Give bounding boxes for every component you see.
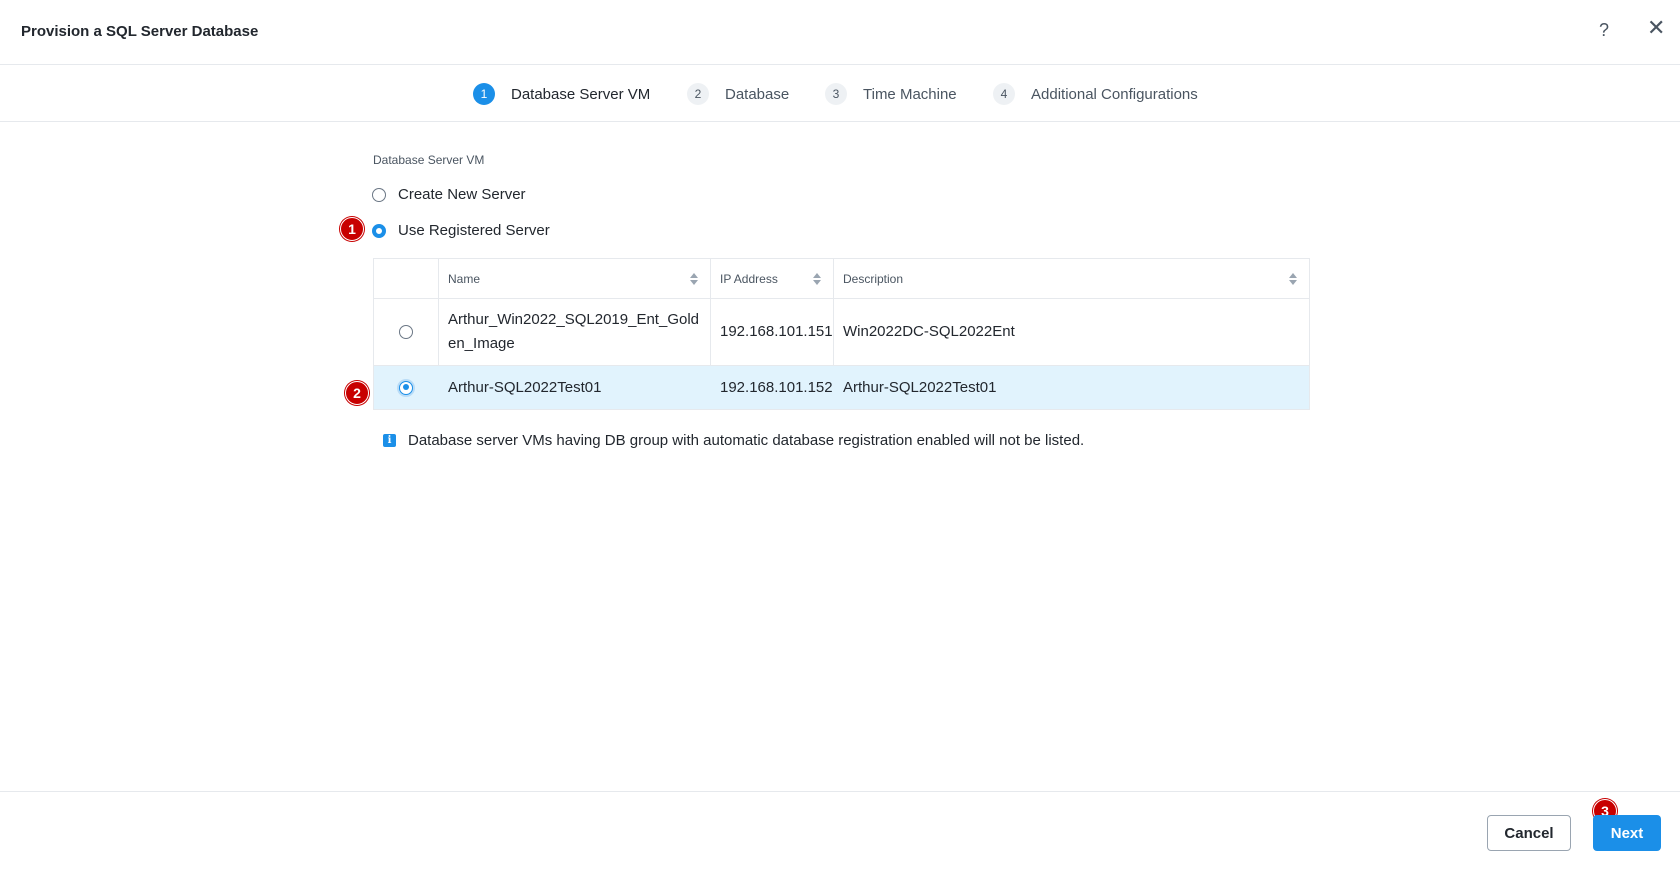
row-select-cell [374, 299, 439, 365]
column-header-label: Description [843, 271, 904, 286]
radio-button[interactable] [372, 187, 386, 202]
row-radio-button[interactable] [399, 380, 413, 395]
next-button[interactable]: Next [1593, 815, 1661, 851]
info-message: i Database server VMs having DB group wi… [383, 432, 1084, 449]
table-row-selected[interactable]: Arthur-SQL2022Test01 192.168.101.152 Art… [374, 366, 1309, 409]
sort-icon[interactable] [1289, 271, 1299, 287]
dialog-footer: Cancel Next [0, 791, 1680, 872]
annotation-badge-1: 1 [340, 217, 364, 241]
step-number: 4 [993, 83, 1015, 105]
ip-address-cell: 192.168.101.152 [711, 366, 834, 409]
registered-servers-table: Name IP Address Description Arthur_Win20… [373, 258, 1310, 410]
info-text: Database server VMs having DB group with… [408, 432, 1085, 449]
info-icon: i [383, 434, 396, 447]
section-label: Database Server VM [373, 153, 485, 167]
column-header-name[interactable]: Name [439, 259, 711, 298]
step-label: Time Machine [863, 85, 957, 103]
row-select-cell [374, 366, 439, 409]
step-label: Additional Configurations [1031, 85, 1198, 103]
radio-label: Create New Server [398, 186, 526, 203]
create-new-server-option[interactable]: Create New Server [372, 186, 526, 203]
column-header-description[interactable]: Description [834, 259, 1309, 298]
step-label: Database Server VM [511, 85, 651, 103]
name-cell: Arthur_Win2022_SQL2019_Ent_Gold en_Image [439, 299, 711, 365]
table-row[interactable]: Arthur_Win2022_SQL2019_Ent_Gold en_Image… [374, 299, 1309, 366]
step-database[interactable]: 2 Database [687, 83, 789, 105]
help-icon[interactable]: ? [1599, 20, 1609, 41]
name-value: Arthur_Win2022_SQL2019_Ent_Gold en_Image [448, 308, 699, 356]
radio-label: Use Registered Server [398, 222, 550, 239]
ip-address-cell: 192.168.101.151 [711, 299, 834, 365]
name-line: en_Image [448, 335, 515, 352]
description-cell: Win2022DC-SQL2022Ent [843, 323, 1015, 340]
radio-button[interactable] [372, 223, 386, 238]
column-header-label: Name [448, 271, 481, 286]
dialog-title: Provision a SQL Server Database [21, 23, 259, 40]
name-line: Arthur_Win2022_SQL2019_Ent_Gold [448, 311, 700, 328]
use-registered-server-option[interactable]: Use Registered Server [372, 222, 550, 239]
dialog-header: Provision a SQL Server Database ? ✕ [0, 0, 1680, 65]
select-column-header [374, 259, 439, 298]
step-label: Database [725, 85, 790, 103]
name-cell: Arthur-SQL2022Test01 [439, 366, 711, 409]
step-additional-configurations[interactable]: 4 Additional Configurations [993, 83, 1198, 105]
row-radio-button[interactable] [399, 325, 413, 339]
table-header: Name IP Address Description [374, 259, 1309, 299]
step-number: 3 [825, 83, 847, 105]
annotation-badge-2: 2 [345, 381, 369, 405]
step-number: 2 [687, 83, 709, 105]
cancel-button[interactable]: Cancel [1487, 815, 1571, 851]
step-number: 1 [473, 83, 495, 105]
description-cell: Arthur-SQL2022Test01 [843, 378, 997, 396]
sort-icon[interactable] [813, 271, 823, 287]
step-database-server-vm[interactable]: 1 Database Server VM [473, 83, 650, 105]
column-header-label: IP Address [720, 271, 778, 286]
wizard-steps: 1 Database Server VM 2 Database 3 Time M… [0, 65, 1680, 122]
step-time-machine[interactable]: 3 Time Machine [825, 83, 957, 105]
column-header-ip-address[interactable]: IP Address [711, 259, 834, 298]
sort-icon[interactable] [690, 271, 700, 287]
close-icon[interactable]: ✕ [1647, 17, 1665, 39]
